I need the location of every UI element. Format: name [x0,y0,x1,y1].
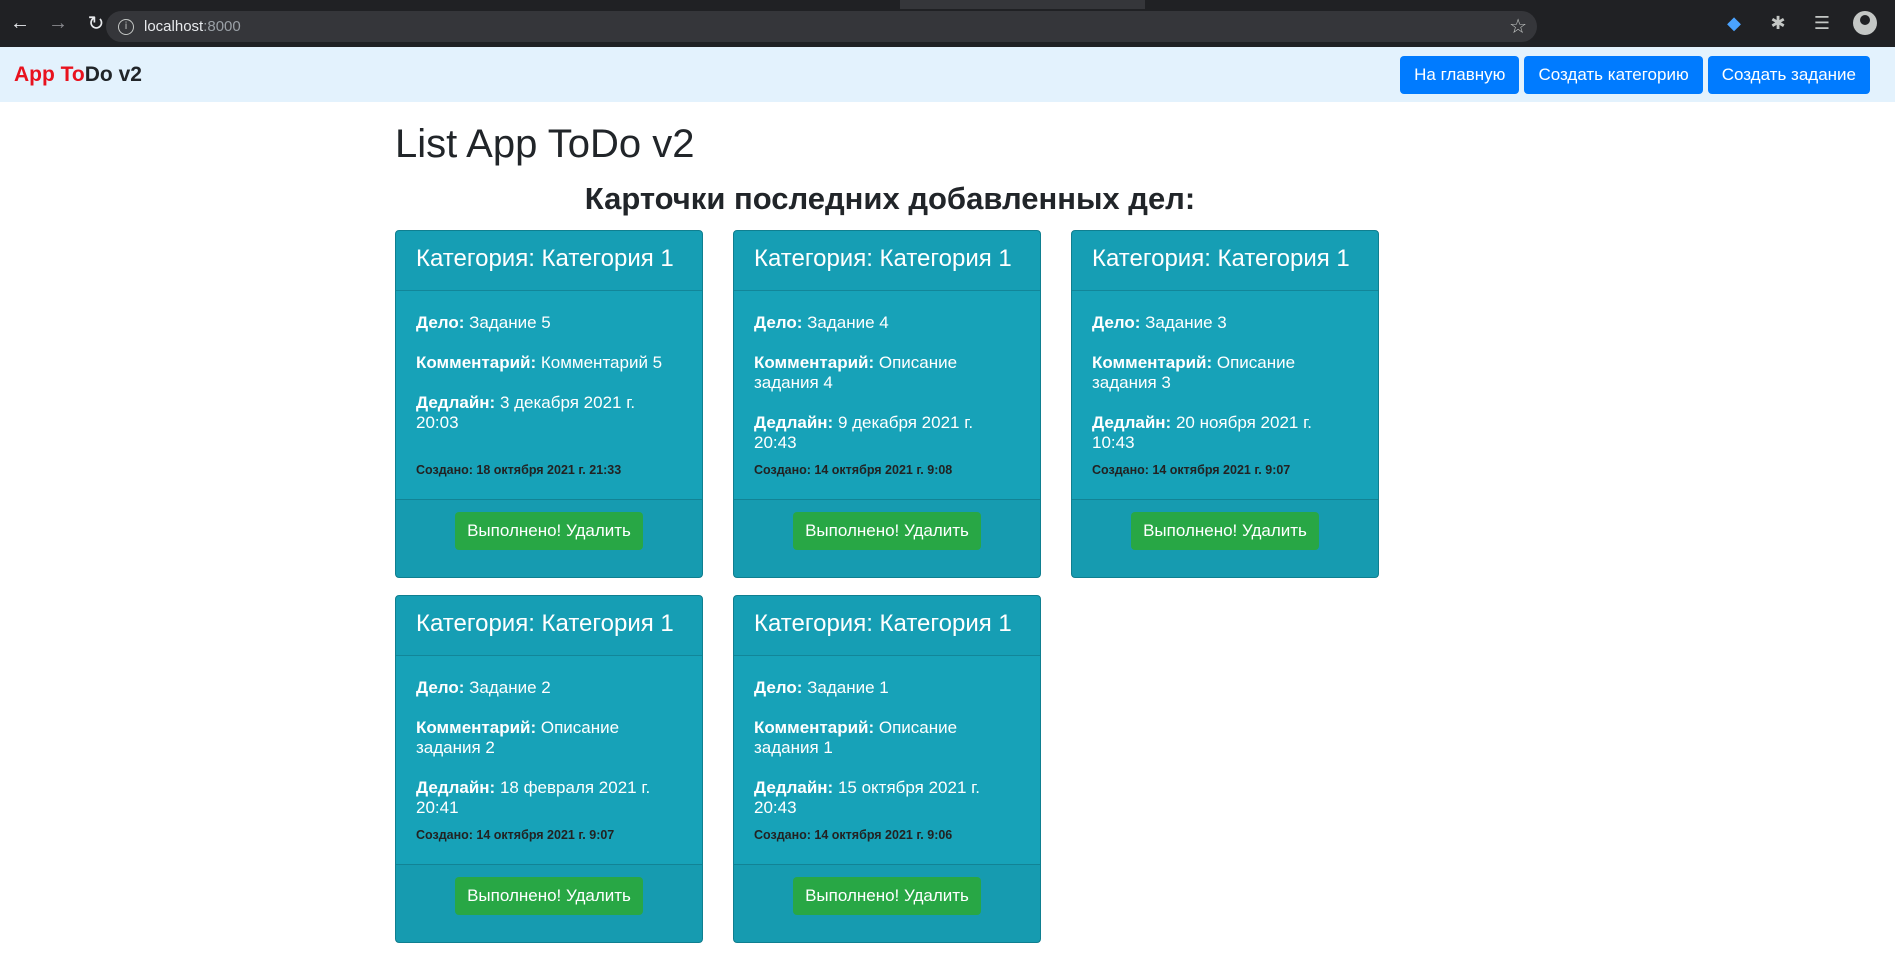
page-title: List App ToDo v2 [395,122,695,166]
create-category-button[interactable]: Создать категорию [1524,56,1703,94]
card-category: Категория: Категория 1 [734,231,1040,291]
task-value: Задание 5 [469,313,551,332]
forward-icon[interactable]: → [40,6,76,42]
deadline-label: Дедлайн: [754,413,834,432]
media-queue-icon[interactable]: ☰ [1809,13,1835,34]
comment-line: Комментарий: Описание задания 2 [416,718,682,758]
task-line: Дело: Задание 4 [754,313,1020,333]
task-card: Категория: Категория 1 Дело: Задание 4 К… [733,230,1041,578]
done-delete-button[interactable]: Выполнено! Удалить [793,512,981,550]
bookmark-star-icon[interactable]: ☆ [1509,14,1527,39]
done-delete-button[interactable]: Выполнено! Удалить [793,877,981,915]
back-icon[interactable]: ← [2,6,38,42]
card-footer: Выполнено! Удалить [396,499,702,577]
card-category: Категория: Категория 1 [396,231,702,291]
task-line: Дело: Задание 3 [1092,313,1358,333]
browser-toolbar: ← → ↻ i localhost:8000 ☆ ◆ ✱ ☰ [0,0,1895,47]
task-label: Дело: [416,678,465,697]
comment-line: Комментарий: Описание задания 3 [1092,353,1358,393]
extension-diamond-icon[interactable]: ◆ [1721,13,1747,34]
url-port: :8000 [203,18,241,35]
card-body: Дело: Задание 1 Комментарий: Описание за… [734,656,1040,818]
comment-label: Комментарий: [754,718,875,737]
card-body: Дело: Задание 2 Комментарий: Описание за… [396,656,702,818]
cards-grid: Категория: Категория 1 Дело: Задание 5 К… [395,230,1385,943]
task-label: Дело: [754,313,803,332]
deadline-label: Дедлайн: [416,778,496,797]
card-footer: Выполнено! Удалить [734,499,1040,577]
comment-label: Комментарий: [416,718,537,737]
done-delete-button[interactable]: Выполнено! Удалить [1131,512,1319,550]
extensions-area: ◆ ✱ ☰ [1721,11,1877,35]
card-footer: Выполнено! Удалить [396,864,702,942]
comment-label: Комментарий: [754,353,875,372]
tab-strip [0,0,1895,9]
card-category: Категория: Категория 1 [396,596,702,656]
address-bar[interactable]: i localhost:8000 ☆ [106,11,1537,42]
task-line: Дело: Задание 2 [416,678,682,698]
main-content: List App ToDo v2 Карточки последних доба… [395,102,1385,943]
create-task-button[interactable]: Создать задание [1707,56,1870,94]
app-navbar: App ToDo v2 На главную Создать категорию… [0,47,1895,102]
deadline-label: Дедлайн: [1092,413,1172,432]
comment-value: Комментарий 5 [540,353,663,372]
profile-avatar-icon[interactable] [1853,11,1877,35]
card-body: Дело: Задание 3 Комментарий: Описание за… [1072,291,1378,453]
card-body: Дело: Задание 5 Комментарий: Комментарий… [396,291,702,433]
deadline-line: Дедлайн: 18 февраля 2021 г. 20:41 [416,778,682,818]
deadline-line: Дедлайн: 20 ноября 2021 г. 10:43 [1092,413,1358,453]
url-host: localhost [144,18,204,35]
card-body: Дело: Задание 4 Комментарий: Описание за… [734,291,1040,453]
task-card: Категория: Категория 1 Дело: Задание 5 К… [395,230,703,578]
task-card: Категория: Категория 1 Дело: Задание 3 К… [1071,230,1379,578]
deadline-line: Дедлайн: 3 декабря 2021 г. 20:03 [416,393,682,433]
task-card: Категория: Категория 1 Дело: Задание 1 К… [733,595,1041,943]
created-date: Создано: 18 октября 2021 г. 21:33 [416,463,622,477]
home-button[interactable]: На главную [1400,56,1520,94]
deadline-label: Дедлайн: [416,393,496,412]
done-delete-button[interactable]: Выполнено! Удалить [455,877,643,915]
created-date: Создано: 14 октября 2021 г. 9:06 [754,828,953,842]
task-value: Задание 1 [807,678,889,697]
task-line: Дело: Задание 1 [754,678,1020,698]
card-footer: Выполнено! Удалить [1072,499,1378,577]
comment-line: Комментарий: Описание задания 1 [754,718,1020,758]
task-line: Дело: Задание 5 [416,313,682,333]
site-info-icon[interactable]: i [118,18,134,35]
done-delete-button[interactable]: Выполнено! Удалить [455,512,643,550]
card-category: Категория: Категория 1 [734,596,1040,656]
brand-part-red: App To [14,62,85,86]
brand-logo[interactable]: App ToDo v2 [14,63,142,87]
comment-label: Комментарий: [416,353,537,372]
comment-line: Комментарий: Описание задания 4 [754,353,1020,393]
created-date: Создано: 14 октября 2021 г. 9:07 [1092,463,1291,477]
brand-part-dark: Do v2 [84,62,142,86]
deadline-line: Дедлайн: 15 октября 2021 г. 20:43 [754,778,1020,818]
card-category: Категория: Категория 1 [1072,231,1378,291]
task-label: Дело: [754,678,803,697]
url-text: localhost:8000 [144,18,241,35]
task-label: Дело: [416,313,465,332]
task-card: Категория: Категория 1 Дело: Задание 2 К… [395,595,703,943]
extensions-puzzle-icon[interactable]: ✱ [1765,13,1791,34]
task-value: Задание 3 [1145,313,1227,332]
created-date: Создано: 14 октября 2021 г. 9:08 [754,463,953,477]
deadline-label: Дедлайн: [754,778,834,797]
task-label: Дело: [1092,313,1141,332]
navbar-actions: На главную Создать категорию Создать зад… [1400,56,1870,94]
section-title: Карточки последних добавленных дел: [584,181,1196,216]
card-footer: Выполнено! Удалить [734,864,1040,942]
deadline-line: Дедлайн: 9 декабря 2021 г. 20:43 [754,413,1020,453]
created-date: Создано: 14 октября 2021 г. 9:07 [416,828,615,842]
comment-line: Комментарий: Комментарий 5 [416,353,682,373]
task-value: Задание 2 [469,678,551,697]
task-value: Задание 4 [807,313,889,332]
comment-label: Комментарий: [1092,353,1213,372]
